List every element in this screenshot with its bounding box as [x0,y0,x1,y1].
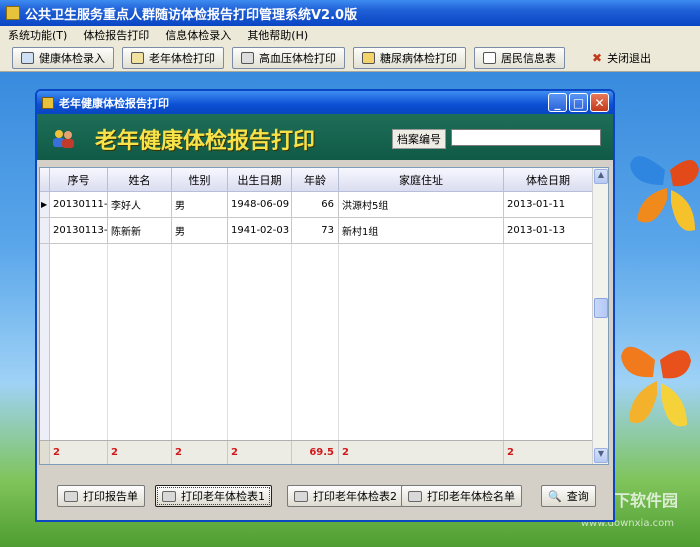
menu-help[interactable]: 其他帮助(H) [239,27,316,43]
print-table1-button[interactable]: 打印老年体检表1 [155,485,272,507]
window-title: 老年健康体检报告打印 [59,96,169,110]
total-cell: 2 [50,441,108,464]
butterfly-icon [621,346,691,427]
records-grid[interactable]: 序号 姓名 性别 出生日期 年龄 家庭住址 体检日期 ▶ 20130111-00… [39,167,609,465]
header-banner: 老年健康体检报告打印 档案编号 [37,114,613,160]
printer-icon [294,490,308,502]
row-indicator [40,218,50,243]
header-indicator [40,168,50,192]
window-title-bar[interactable]: 老年健康体检报告打印 _ □ ✕ [37,91,613,114]
current-row-indicator: ▶ [40,192,50,217]
print-table2-label: 打印老年体检表2 [313,490,397,503]
query-button[interactable]: 🔍 查询 [541,485,596,507]
close-exit-button[interactable]: ✖ 关闭退出 [583,47,660,69]
window-controls: _ □ ✕ [548,93,609,112]
close-exit-label: 关闭退出 [607,51,652,65]
print-list-button[interactable]: 打印老年体检名单 [401,485,522,507]
butterfly-icon [630,156,699,231]
total-cell: 2 [339,441,504,464]
table-row[interactable]: 20130113-00 陈新新 男 1941-02-03 73 新村1组 201… [40,218,593,244]
cell-age[interactable]: 73 [292,218,339,243]
diabetes-print-button[interactable]: 糖尿病体检打印 [353,46,466,69]
total-cell: 2 [108,441,172,464]
cell-gender[interactable]: 男 [172,218,228,243]
menu-info-entry[interactable]: 信息体检录入 [157,27,239,43]
query-label: 查询 [566,490,589,503]
hypertension-print-button[interactable]: 高血压体检打印 [232,46,345,69]
search-icon: 🔍 [548,489,562,503]
scroll-thumb[interactable] [594,298,608,318]
total-cell: 2 [228,441,292,464]
column-header[interactable]: 年龄 [292,168,339,192]
total-cell: 2 [504,441,593,464]
cell-address[interactable]: 洪源村5组 [339,192,504,217]
page-heading: 老年健康体检报告打印 [95,128,316,154]
report-print-window: 老年健康体检报告打印 _ □ ✕ 老年健康体检报告打印 档案编号 序号 姓名 性… [35,89,615,522]
cell-id[interactable]: 20130113-00 [50,218,108,243]
column-header[interactable]: 序号 [50,168,108,192]
cell-exam-date[interactable]: 2013-01-11 [504,192,593,217]
folder-icon [362,51,375,64]
column-header[interactable]: 家庭住址 [339,168,504,192]
toolbar: 健康体检录入 老年体检打印 高血压体检打印 糖尿病体检打印 居民信息表 ✖ 关闭… [0,44,700,72]
printer-icon [64,490,78,502]
action-bar: 打印报告单 打印老年体检表1 打印老年体检表2 打印老年体检名单 🔍 查询 [37,471,613,520]
diabetes-print-label: 糖尿病体检打印 [380,51,457,65]
scroll-up-icon[interactable]: ▲ [594,169,608,184]
minimize-button[interactable]: _ [548,93,567,112]
print-report-label: 打印报告单 [83,490,138,503]
printer-icon [241,51,254,64]
grid-empty-area [40,244,593,440]
document-edit-icon [483,51,496,64]
printer-icon [408,490,422,502]
print-table1-label: 打印老年体检表1 [181,490,265,503]
scroll-down-icon[interactable]: ▼ [594,448,608,463]
menu-report-print[interactable]: 体检报告打印 [75,27,157,43]
cell-name[interactable]: 李好人 [108,192,172,217]
app-icon [6,6,20,20]
close-window-button[interactable]: ✕ [590,93,609,112]
elderly-print-button[interactable]: 老年体检打印 [122,46,224,69]
close-icon: ✖ [592,50,603,65]
menu-system[interactable]: 系统功能(T) [0,27,75,43]
elderly-print-label: 老年体检打印 [149,51,215,65]
column-header[interactable]: 性别 [172,168,228,192]
pencil-icon [131,51,144,64]
column-header[interactable]: 姓名 [108,168,172,192]
archive-number-input[interactable] [451,129,601,146]
maximize-button[interactable]: □ [569,93,588,112]
totals-row: 2 2 2 2 69.5 2 2 [40,440,593,464]
cell-age[interactable]: 66 [292,192,339,217]
cell-birthdate[interactable]: 1948-06-09 [228,192,292,217]
cell-name[interactable]: 陈新新 [108,218,172,243]
health-entry-button[interactable]: 健康体检录入 [12,46,114,69]
people-icon [53,130,74,148]
window-icon [42,96,54,109]
cell-birthdate[interactable]: 1941-02-03 [228,218,292,243]
hypertension-print-label: 高血压体检打印 [259,51,336,65]
column-header[interactable]: 出生日期 [228,168,292,192]
cell-exam-date[interactable]: 2013-01-13 [504,218,593,243]
resident-info-button[interactable]: 居民信息表 [474,46,565,69]
cell-id[interactable]: 20130111-00 [50,192,108,217]
cell-address[interactable]: 新村1组 [339,218,504,243]
menu-bar: 系统功能(T) 体检报告打印 信息体检录入 其他帮助(H) [0,26,700,44]
total-cell: 69.5 [292,441,339,464]
cell-gender[interactable]: 男 [172,192,228,217]
print-report-button[interactable]: 打印报告单 [57,485,145,507]
table-row[interactable]: ▶ 20130111-00 李好人 男 1948-06-09 66 洪源村5组 … [40,192,593,218]
column-header[interactable]: 体检日期 [504,168,593,192]
printer-icon [162,490,176,502]
print-list-label: 打印老年体检名单 [427,490,515,503]
archive-number-label: 档案编号 [392,129,446,149]
form-icon [21,51,34,64]
print-table2-button[interactable]: 打印老年体检表2 [287,485,404,507]
resident-info-label: 居民信息表 [501,51,556,65]
app-title-bar: 公共卫生服务重点人群随访体检报告打印管理系统V2.0版 [0,0,700,26]
vertical-scrollbar[interactable]: ▲ ▼ [592,168,608,464]
app-title: 公共卫生服务重点人群随访体检报告打印管理系统V2.0版 [25,7,358,23]
total-cell: 2 [172,441,228,464]
health-entry-label: 健康体检录入 [39,51,105,65]
grid-header: 序号 姓名 性别 出生日期 年龄 家庭住址 体检日期 [40,168,593,192]
